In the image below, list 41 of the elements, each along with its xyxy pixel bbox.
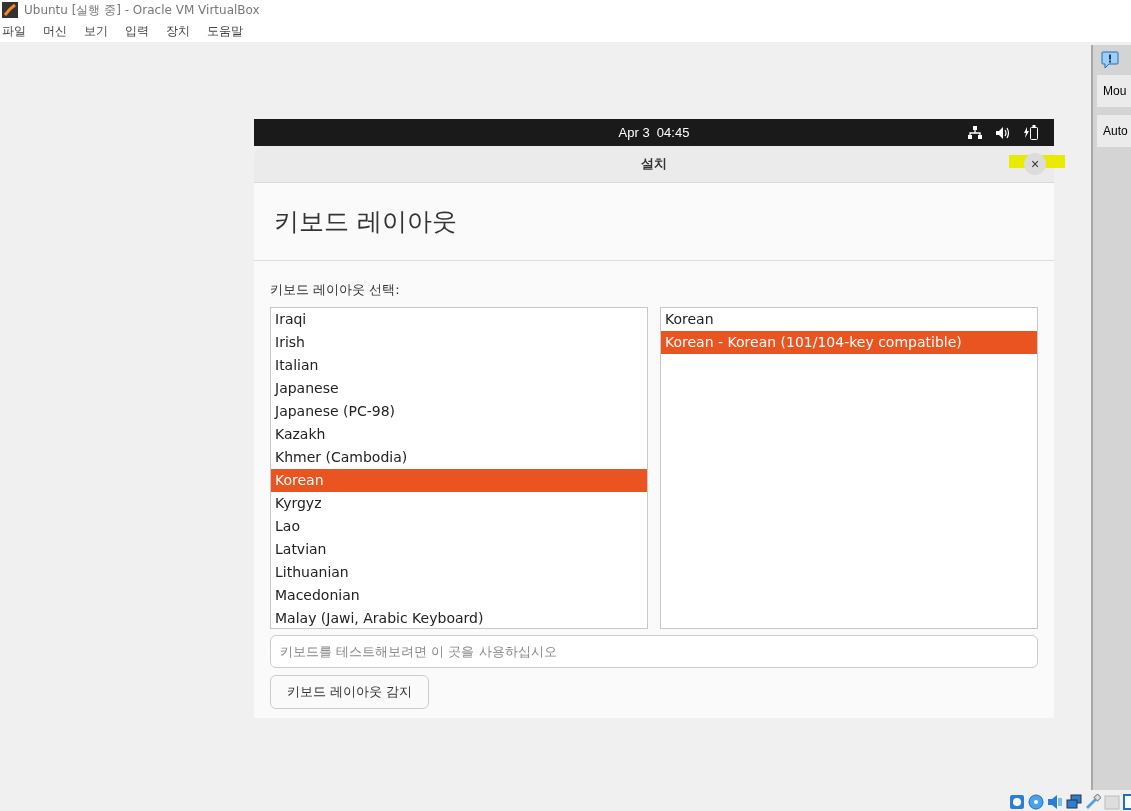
battery-icon[interactable] (1024, 125, 1038, 140)
list-item[interactable]: Italian (271, 354, 647, 377)
list-item[interactable]: Lao (271, 515, 647, 538)
list-item[interactable]: Latvian (271, 538, 647, 561)
menu-item[interactable]: 도움말 (207, 22, 243, 40)
list-item[interactable]: Malay (Jawi, Arabic Keyboard) (271, 607, 647, 628)
dialog-title: 설치 (641, 155, 667, 173)
audio-icon[interactable] (1047, 794, 1063, 810)
volume-icon[interactable] (996, 126, 1010, 139)
list-item[interactable]: Korean - Korean (101/104-key compatible) (661, 331, 1037, 354)
page-heading: 키보드 레이아웃 (274, 206, 457, 238)
list-label: 키보드 레이아웃 선택: (270, 281, 401, 299)
display-icon[interactable] (1123, 794, 1131, 810)
side-button[interactable]: Mou (1097, 75, 1131, 107)
list-item[interactable]: Japanese (PC-98) (271, 400, 647, 423)
close-button[interactable]: × (1024, 153, 1046, 175)
network-adapter-icon[interactable] (1066, 794, 1082, 810)
list-item[interactable]: Korean (271, 469, 647, 492)
list-item[interactable]: Korean (661, 308, 1037, 331)
window-title: Ubuntu [실행 중] - Oracle VM VirtualBox (24, 1, 260, 19)
list-item[interactable]: Khmer (Cambodia) (271, 446, 647, 469)
side-button[interactable]: Auto (1097, 115, 1131, 147)
optical-disc-icon[interactable] (1028, 794, 1044, 810)
message-icon[interactable] (1101, 51, 1119, 69)
test-input-field[interactable]: 키보드를 테스트해보려면 이 곳을 사용하십시오 (270, 635, 1038, 668)
list-item[interactable]: Kyrgyz (271, 492, 647, 515)
menu-item[interactable]: 장치 (166, 22, 190, 40)
clock: Apr 3 04:45 (618, 125, 690, 140)
list-item[interactable]: Macedonian (271, 584, 647, 607)
list-item[interactable]: Iraqi (271, 308, 647, 331)
list-item[interactable]: Irish (271, 331, 647, 354)
menu-item[interactable]: 보기 (84, 22, 108, 40)
network-icon[interactable] (968, 126, 982, 139)
list-item[interactable]: Japanese (271, 377, 647, 400)
list-item[interactable]: Kazakh (271, 423, 647, 446)
menu-item[interactable]: 파일 (2, 22, 26, 40)
list-item[interactable]: Lithuanian (271, 561, 647, 584)
menu-item[interactable]: 머신 (43, 22, 67, 40)
detect-layout-button[interactable]: 키보드 레이아웃 감지 (270, 675, 429, 709)
menu-item[interactable]: 입력 (125, 22, 149, 40)
app-icon (2, 2, 18, 18)
